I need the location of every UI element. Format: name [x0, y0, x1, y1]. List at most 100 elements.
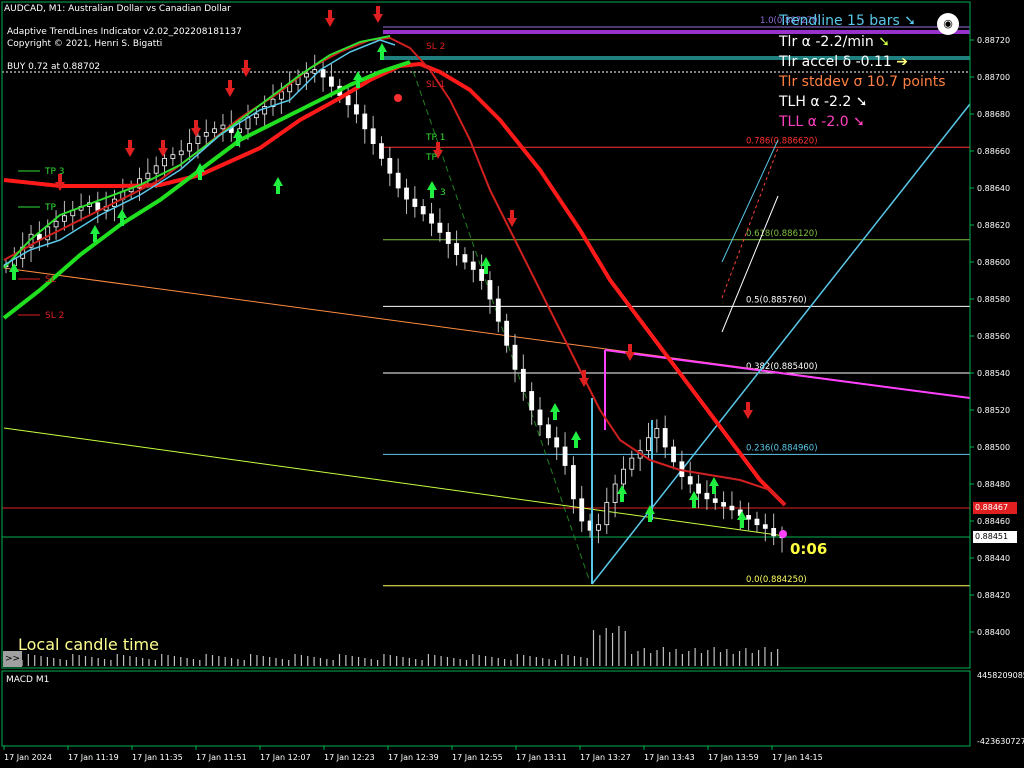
y-tick-label: 0.88540 [977, 369, 1010, 378]
current-price-red-badge: 0.88467 [973, 502, 1017, 514]
fib-level-label: 0.618(0.886120) [746, 229, 818, 239]
candle-body [404, 187, 409, 200]
candle-body [537, 409, 543, 426]
candle-body [312, 69, 318, 74]
red-price-text: 0.88467 [975, 503, 1009, 512]
candle-body [487, 280, 493, 300]
level-label: SL 1 [426, 80, 445, 90]
indicator-copyright: Copyright © 2021, Henri S. Bigatti [7, 39, 163, 49]
candle-body [153, 165, 159, 174]
candle-body [762, 524, 768, 529]
candle-body [412, 198, 418, 207]
candle-countdown: 0:06 [790, 540, 828, 558]
candle-body [462, 254, 468, 263]
x-tick-label: 17 Jan 14:15 [772, 753, 823, 762]
candle-body [746, 515, 752, 520]
y-tick-label: 0.88460 [977, 517, 1010, 526]
y-tick-label: 0.88660 [977, 147, 1010, 156]
tlr-alpha-text: Tlr α -2.2/min [779, 34, 874, 50]
candle-body [479, 268, 485, 281]
candle-body [95, 202, 101, 211]
arrow-down-right-icon: ➘ [904, 13, 916, 29]
candle-body [395, 172, 401, 189]
buy-arrow-icon [550, 403, 560, 420]
candle-body [220, 124, 226, 130]
candle-body [579, 498, 585, 522]
x-tick-label: 17 Jan 2024 [4, 753, 52, 762]
level-label: TP [44, 203, 56, 213]
y-tick-label: 0.88580 [977, 295, 1010, 304]
candle-body [629, 457, 635, 470]
x-tick-label: 17 Jan 13:27 [580, 753, 631, 762]
candle-body [387, 157, 393, 174]
level-label: TP 3 [44, 167, 65, 177]
fib-level-label: 0.236(0.884960) [746, 443, 818, 453]
candle-body [470, 261, 476, 270]
buy-order-label: BUY 0.72 at 0.88702 [7, 62, 101, 72]
sell-arrow-icon [125, 140, 135, 157]
macd-plot-frame [1, 670, 971, 747]
sell-arrow-icon [507, 210, 517, 227]
candle-body [512, 344, 518, 370]
fib-level-label: 0.5(0.885760) [746, 295, 807, 305]
candle-body [687, 476, 693, 485]
tlr-accel-info: Tlr accel δ -0.11 ➔ [779, 54, 908, 70]
candle-body [362, 113, 368, 130]
channel-upper-line [721, 195, 779, 333]
candle-body [170, 154, 176, 159]
entry-marker [394, 94, 402, 102]
tll-text: TLL α -2.0 [779, 114, 849, 130]
candle-body [429, 213, 434, 224]
y-tick-label: 0.88700 [977, 73, 1010, 82]
sell-arrow-icon [743, 402, 753, 419]
candle-body [345, 95, 351, 106]
tlr-stddev-info: Tlr stddev σ 10.7 points [779, 74, 946, 90]
candle-body [379, 143, 384, 159]
channel-cyan-line [721, 139, 779, 263]
x-tick-label: 17 Jan 12:07 [260, 753, 311, 762]
candle-body [53, 220, 59, 228]
y-tick-label: 0.88600 [977, 258, 1010, 267]
x-tick-label: 17 Jan 12:39 [388, 753, 439, 762]
chart-window: 1.0(0.887270) 0.786(0.886620) 0.618(0.8861… [0, 0, 1024, 768]
trendline-text: Trendline 15 bars [779, 13, 900, 29]
buy-arrow-icon [617, 485, 627, 502]
buy-arrow-icon [273, 177, 283, 194]
candle-body [320, 69, 326, 78]
arrow-down-right-icon: ➘ [853, 114, 865, 130]
candle-body [721, 502, 726, 507]
level-label: TP 1 [425, 133, 446, 143]
x-tick-label: 17 Jan 13:11 [516, 753, 567, 762]
macd-label: MACD M1 [6, 675, 50, 685]
x-tick-label: 17 Jan 12:55 [452, 753, 503, 762]
level-label: SL 2 [45, 311, 64, 321]
chart-title: AUDCAD, M1: Australian Dollar vs Canadia… [4, 4, 231, 14]
scroll-to-end-button[interactable]: >> [3, 651, 22, 667]
candle-body [529, 391, 535, 411]
candle-body [245, 117, 251, 130]
candle-body [704, 492, 710, 500]
candle-body [654, 428, 660, 439]
tlh-info: TLH α -2.2 ➘ [779, 94, 868, 110]
sell-arrow-icon [241, 60, 251, 77]
tll-info: TLL α -2.0 ➘ [779, 114, 865, 130]
candle-body [303, 72, 309, 78]
sell-arrow-icon [191, 120, 201, 137]
indicator-name: Adaptive TrendLines Indicator v2.02_2022… [7, 27, 242, 37]
level-label: TP [425, 153, 437, 163]
y-tick-label: 0.88560 [977, 332, 1010, 341]
candle-body [612, 483, 618, 503]
candle-body [545, 424, 551, 439]
candle-body [754, 518, 760, 526]
candle-body [771, 528, 777, 537]
arrow-down-right-icon: ➘ [878, 34, 890, 50]
candle-body [712, 498, 718, 503]
sell-arrow-icon [373, 6, 383, 23]
x-tick-label: 17 Jan 11:19 [68, 753, 119, 762]
candle-body [62, 215, 67, 222]
candle-body [495, 298, 501, 322]
y-tick-label: 0.88440 [977, 554, 1010, 563]
y-tick-label: 0.88420 [977, 591, 1010, 600]
candle-body [178, 150, 184, 156]
candle-body [562, 446, 568, 466]
